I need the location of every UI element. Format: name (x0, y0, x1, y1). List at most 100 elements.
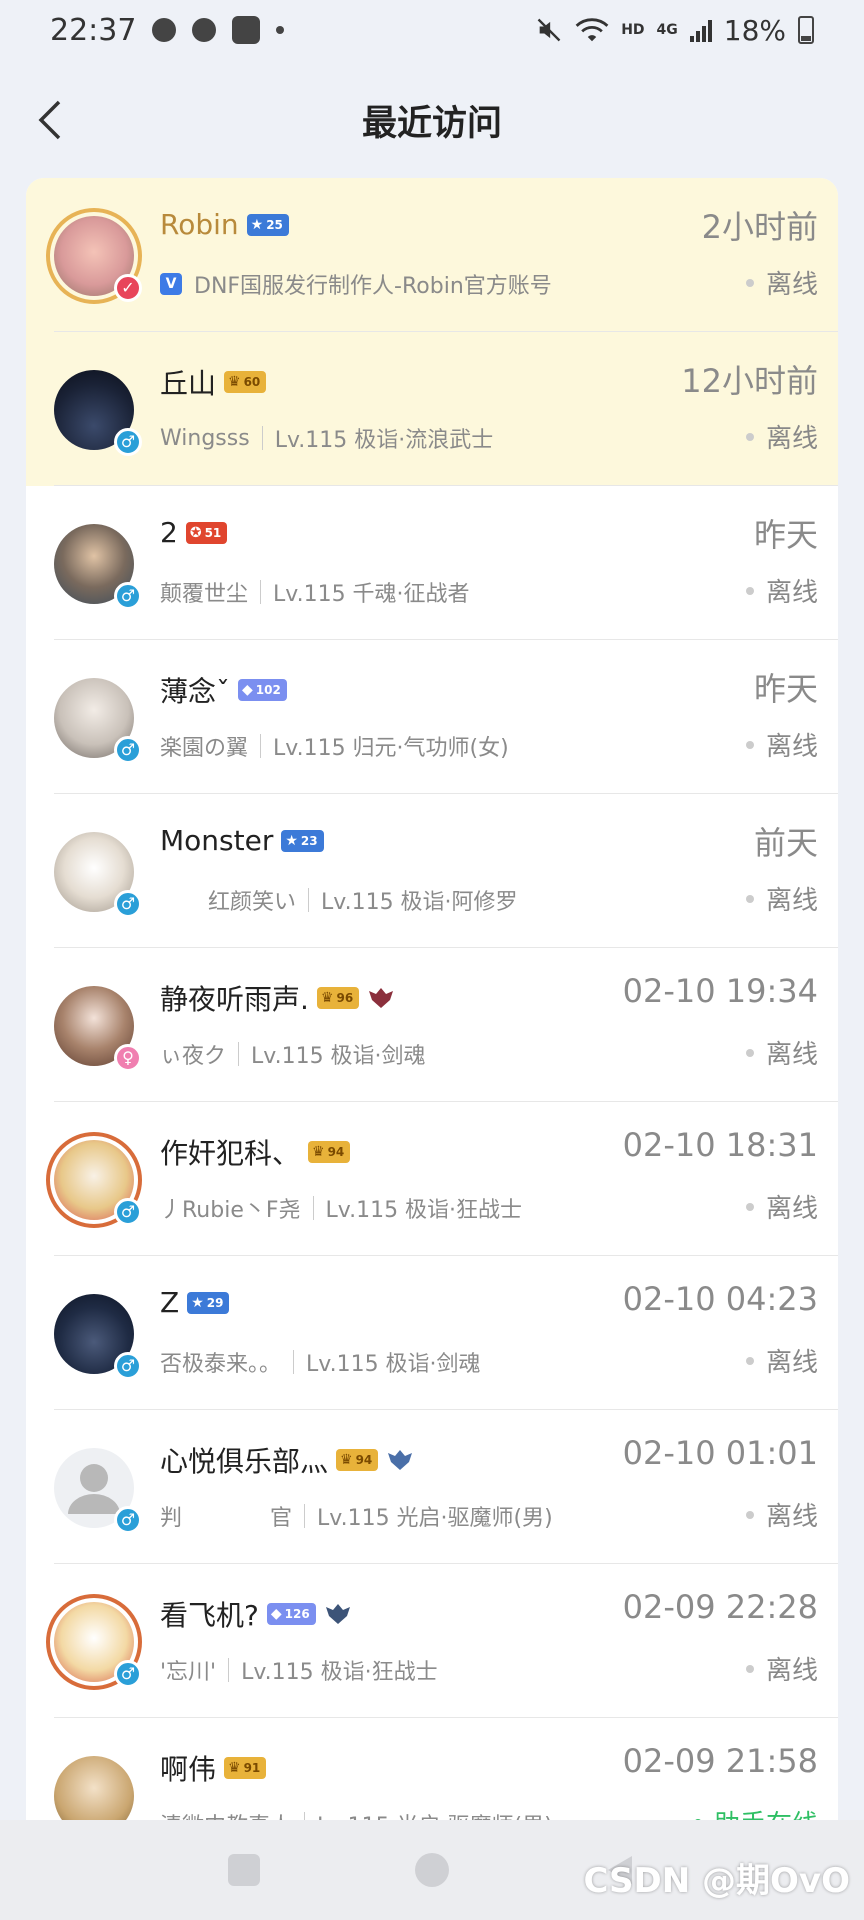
male-gender-icon: ♂ (114, 1506, 142, 1534)
level-badge: ★ 29 (187, 1291, 230, 1314)
character-class: Lv.115 极诣·流浪武士 (274, 428, 494, 453)
visit-time: 昨天 (753, 516, 818, 554)
page-header: 最近访问 (0, 80, 864, 160)
visitor-name-line: 2 ✪ 51 (160, 516, 228, 549)
visitor-name: 心悦俱乐部灬 (160, 1445, 329, 1478)
avatar[interactable]: ♂ (46, 1594, 142, 1690)
avatar[interactable]: ♂ (54, 1448, 142, 1534)
male-gender-icon: ♂ (114, 1198, 142, 1226)
visitor-row[interactable]: ♂ 2 ✪ 51 颠覆世尘 Lv.115 千魂·征战者 昨天 离线 (26, 486, 838, 640)
battery-percent: 18% (723, 13, 786, 47)
male-gender-icon: ♂ (114, 1660, 142, 1688)
avatar[interactable]: ♂ (54, 370, 142, 456)
status-left: 22:37 (50, 12, 285, 48)
avatar[interactable]: ✓ (46, 208, 142, 304)
level-badge: ♛ 60 (224, 371, 267, 393)
avatar[interactable]: ♀ (54, 986, 142, 1072)
visit-time: 02-10 19:34 (622, 972, 818, 1010)
clock: 22:37 (50, 12, 137, 48)
character-name: 丿Rubie丶F尧 (160, 1198, 301, 1223)
visitor-row[interactable]: ♂ 心悦俱乐部灬 ♛ 94 判 官 Lv.115 光启·驱魔师(男) 02-10 … (26, 1410, 838, 1564)
visitor-subtitle: 楽園の翼 Lv.115 归元·气功师(女) (160, 730, 509, 762)
online-status: 离线 (745, 1496, 818, 1533)
rank-crest-icon (369, 988, 394, 1008)
visitor-row[interactable]: ♂ 薄念ˇ ◆ 102 楽園の翼 Lv.115 归元·气功师(女) 昨天 离线 (26, 640, 838, 794)
visitor-name-line: 心悦俱乐部灬 ♛ 94 (160, 1440, 414, 1480)
character-name: 颠覆世尘 (160, 582, 249, 607)
more-notifications-icon (276, 26, 285, 34)
character-class: Lv.115 极诣·剑魂 (251, 1044, 426, 1069)
status-right: HD 4G 18% (535, 14, 814, 47)
verified-v-icon: V (160, 273, 182, 295)
character-class: Lv.115 极诣·阿修罗 (321, 890, 518, 915)
character-name: 红颜笑い (208, 890, 297, 915)
qq-notification-icon (152, 18, 177, 42)
back-button[interactable] (30, 100, 70, 140)
avatar[interactable]: ♂ (46, 1132, 142, 1228)
visitor-row[interactable]: ♂ 作奸犯科、 ♛ 94 丿Rubie丶F尧 Lv.115 极诣·狂战士 02-1… (26, 1102, 838, 1256)
visitor-row[interactable]: ♂ Z ★ 29 否极泰来。。 Lv.115 极诣·剑魂 02-10 04:23 … (26, 1256, 838, 1410)
level-badge: ♛ 94 (308, 1141, 351, 1163)
male-gender-icon: ♂ (114, 890, 142, 918)
visitor-name-line: 静夜听雨声. ♛ 96 (160, 978, 395, 1018)
status-bar: 22:37 HD 4G 18% (0, 0, 864, 60)
app-notification-icon (232, 16, 261, 44)
rank-crest-icon (388, 1450, 413, 1470)
recents-button[interactable] (220, 1846, 268, 1894)
visitor-row[interactable]: 啊伟 ♛91 清微中教真人 Lv.115 光启·驱魔师(男) 02-09 21:… (26, 1718, 838, 1820)
avatar[interactable] (54, 1756, 134, 1820)
online-status: 离线 (745, 572, 818, 609)
visitor-name: Robin (160, 208, 239, 241)
character-class: Lv.115 极诣·狂战士 (241, 1660, 438, 1685)
character-class: Lv.115 极诣·剑魂 (306, 1352, 481, 1377)
visitor-subtitle: ぃ夜ク Lv.115 极诣·剑魂 (160, 1038, 426, 1070)
level-badge: ★ 25 (246, 213, 289, 236)
back-chevron-icon (38, 100, 61, 140)
online-status: 离线 (745, 1650, 818, 1687)
visitor-row[interactable]: ♂ 看飞机? ◆ 126 '忘川' Lv.115 极诣·狂战士 02-09 22:… (26, 1564, 838, 1718)
avatar[interactable]: ♂ (54, 1294, 142, 1380)
avatar[interactable]: ♂ (54, 678, 142, 764)
level-badge: ♛ 91 (224, 1757, 267, 1779)
character-class: Lv.115 极诣·狂战士 (325, 1198, 523, 1223)
battery-icon (798, 16, 814, 44)
character-name: ぃ夜ク (160, 1044, 227, 1069)
visitor-subtitle: 丿Rubie丶F尧 Lv.115 极诣·狂战士 (160, 1192, 522, 1224)
visitor-row[interactable]: ♂ 丘山 ♛ 60 Wingsss Lv.115 极诣·流浪武士 12小时前 离线 (26, 332, 838, 486)
visitor-subtitle: 清微中教真人 Lv.115 光启·驱魔师(男) (160, 1808, 553, 1820)
visit-time: 02-10 04:23 (622, 1280, 818, 1318)
online-status: 离线 (745, 264, 818, 301)
qq-notification-icon-2 (192, 18, 217, 42)
visitor-name: 静夜听雨声. (160, 983, 309, 1016)
wifi-icon (575, 18, 609, 42)
visitor-name: 作奸犯科、 (160, 1137, 301, 1170)
visitor-name: 啊伟 (160, 1753, 217, 1786)
home-icon (415, 1853, 449, 1887)
avatar[interactable]: ♂ (54, 832, 142, 918)
visitor-name: 看飞机? (160, 1599, 259, 1632)
visitor-subtitle: 红颜笑い Lv.115 极诣·阿修罗 (160, 884, 518, 916)
visitor-row[interactable]: ♀ 静夜听雨声. ♛ 96 ぃ夜ク Lv.115 极诣·剑魂 02-10 19:3… (26, 948, 838, 1102)
character-class: Lv.115 光启·驱魔师(男) (317, 1506, 553, 1531)
level-badge: ★ 23 (281, 829, 324, 852)
home-button[interactable] (408, 1846, 456, 1894)
male-gender-icon: ♂ (114, 1352, 142, 1380)
visitor-subtitle: 判 官 Lv.115 光启·驱魔师(男) (160, 1500, 553, 1532)
level-badge: ✪ 51 (185, 521, 228, 544)
avatar[interactable]: ♂ (54, 524, 142, 610)
visitor-name: Monster (160, 824, 274, 857)
visitor-title: DNF国服发行制作人-Robin官方账号 (194, 274, 552, 299)
online-status: 助手在线 (693, 1804, 818, 1820)
visit-time: 02-10 01:01 (622, 1434, 818, 1472)
visitor-name: 薄念ˇ (160, 675, 231, 708)
female-gender-icon: ♀ (114, 1044, 142, 1072)
signal-icon (689, 18, 712, 42)
character-class: Lv.115 归元·气功师(女) (273, 736, 509, 761)
character-name: 判 官 (160, 1506, 293, 1531)
visitor-row[interactable]: ✓ Robin ★ 25 V DNF国服发行制作人-Robin官方账号 2小时前 … (26, 178, 838, 332)
visitor-name-line: Z ★ 29 (160, 1286, 230, 1319)
online-status: 离线 (745, 1188, 818, 1225)
visit-time: 02-10 18:31 (622, 1126, 818, 1164)
visitor-row[interactable]: ♂ Monster ★ 23 红颜笑い Lv.115 极诣·阿修罗 前天 离线 (26, 794, 838, 948)
online-status: 离线 (745, 880, 818, 917)
